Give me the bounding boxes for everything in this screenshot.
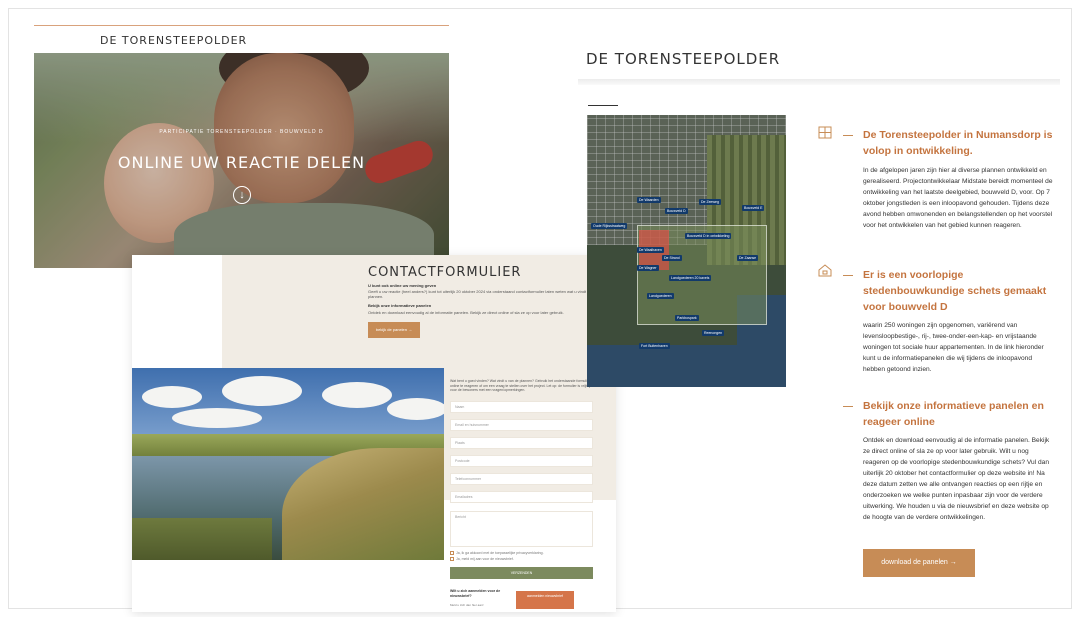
map-label: Parkbospark bbox=[675, 315, 699, 321]
newsletter-checkbox[interactable]: Ja, meld mij aan voor de nieuwsbrief. bbox=[450, 557, 514, 562]
photo-cloud bbox=[387, 398, 444, 420]
newsletter-title: Wilt u zich aanmelden voor de nieuwsbrie… bbox=[450, 589, 501, 598]
newsletter-signup-button[interactable]: aanmelden nieuwsbrief bbox=[516, 591, 574, 609]
landscape-photo bbox=[132, 368, 444, 560]
hero-brand-logo[interactable]: DE TORENSTEEPOLDER bbox=[100, 34, 247, 47]
map-label: De Waarden bbox=[637, 197, 661, 203]
city-field[interactable]: Plaats bbox=[450, 437, 593, 449]
phone-field[interactable]: Telefoonnummer bbox=[450, 473, 593, 485]
checkbox-box[interactable] bbox=[450, 551, 454, 556]
section-dash bbox=[843, 135, 853, 136]
arrow-down-circle-icon[interactable]: ↓ bbox=[233, 186, 251, 204]
map-label: De Zeeweg bbox=[699, 199, 721, 205]
message-textarea[interactable]: Bericht bbox=[450, 511, 593, 547]
section-body-ontwikkeling: In de afgelopen jaren zijn hier al diver… bbox=[863, 167, 1053, 229]
newsletter-checkbox-label: Ja, meld mij aan voor de nieuwsbrief. bbox=[456, 557, 514, 561]
map-label: Bouwveld E bbox=[742, 205, 765, 211]
photo-cloud bbox=[142, 386, 202, 408]
address-field[interactable]: Email en huisnummer bbox=[450, 419, 593, 431]
map-label: Landgoederen 20 kavels bbox=[669, 275, 712, 281]
photo-cloud bbox=[172, 408, 262, 428]
map-label: De Zaanse bbox=[737, 255, 759, 261]
newsletter-subtitle: Meld u zich dan hier aan! bbox=[450, 603, 484, 607]
hero-top-rule bbox=[34, 25, 449, 26]
form-title: CONTACTFORMULIER bbox=[368, 265, 522, 280]
form-subtitle-text: Geeft u uw reactie (heel anders?) kunt t… bbox=[368, 289, 600, 299]
section-title-schets: Er is een voorlopige stedenbouwkundige s… bbox=[863, 269, 1047, 313]
email-field[interactable]: Emailadres bbox=[450, 491, 593, 503]
map-label: De Waalhaven bbox=[637, 247, 664, 253]
form-intro-text: Wat bent u goed vinden? Wat vindt u van … bbox=[450, 379, 598, 393]
form-subtitle: U kunt ook online uw mening geven bbox=[368, 283, 437, 288]
window-icon bbox=[818, 126, 832, 142]
photo-cloud bbox=[322, 382, 392, 408]
map-label: Reenongen bbox=[702, 330, 725, 336]
form-panels-heading: Bekijk onze informatieve panelen bbox=[368, 303, 432, 308]
privacy-checkbox-label: Ja, ik ga akkoord met de toepasselijke p… bbox=[456, 551, 544, 555]
hero-kicker: PARTICIPATIE TORENSTEEPOLDER · BOUWVELD … bbox=[159, 129, 324, 135]
hero-banner: PARTICIPATIE TORENSTEEPOLDER · BOUWVELD … bbox=[34, 53, 449, 268]
section-rule bbox=[588, 105, 618, 106]
photo-reeds-front bbox=[132, 518, 272, 560]
house-icon-svg bbox=[818, 264, 832, 277]
section-body-panelen: Ontdek en download eenvoudig al de infor… bbox=[863, 437, 1050, 521]
submit-button[interactable]: VERZENDEN bbox=[450, 567, 593, 579]
header-shadow bbox=[578, 79, 1060, 85]
checkbox-box[interactable] bbox=[450, 557, 454, 562]
form-panels-text: Ontdek en download eenvoudig al de infor… bbox=[368, 310, 564, 315]
download-panels-button[interactable]: download de panelen → bbox=[863, 549, 975, 577]
photo-cloud bbox=[222, 376, 302, 406]
house-icon bbox=[818, 264, 832, 280]
section-dash bbox=[843, 275, 853, 276]
view-panels-button[interactable]: bekijk de panelen → bbox=[368, 322, 420, 338]
map-label: Landgoederen bbox=[647, 293, 674, 299]
section-title-ontwikkeling: De Torensteepolder in Numansdorp is volo… bbox=[863, 129, 1053, 157]
section-title-panelen: Bekijk onze informatieve panelen en reag… bbox=[863, 400, 1044, 428]
aerial-map: De Waarden Bouwveld D De Zeeweg Oude Rij… bbox=[587, 115, 786, 387]
section-dash bbox=[843, 406, 853, 407]
section-body-schets: waarin 250 woningen zijn opgenomen, vari… bbox=[863, 322, 1044, 373]
window-icon-svg bbox=[818, 126, 832, 139]
map-label: Bouwveld D in ontwikkeling bbox=[685, 233, 732, 239]
contact-form-card: CONTACTFORMULIER U kunt ook online uw me… bbox=[132, 255, 616, 612]
map-label: Fort Buitenhaven bbox=[639, 343, 670, 349]
hero-title: ONLINE UW REACTIE DELEN bbox=[117, 153, 366, 172]
name-field[interactable]: Naam bbox=[450, 401, 593, 413]
privacy-checkbox[interactable]: Ja, ik ga akkoord met de toepasselijke p… bbox=[450, 551, 544, 556]
map-label: De Wagner bbox=[637, 265, 659, 271]
map-label: Bouwveld D bbox=[665, 208, 688, 214]
map-label: Oude Rijksstraatweg bbox=[591, 223, 628, 229]
map-label: De Strand bbox=[662, 255, 682, 261]
site-logo[interactable]: DE TORENSTEEPOLDER bbox=[586, 50, 780, 68]
postcode-field[interactable]: Postcode bbox=[450, 455, 593, 467]
